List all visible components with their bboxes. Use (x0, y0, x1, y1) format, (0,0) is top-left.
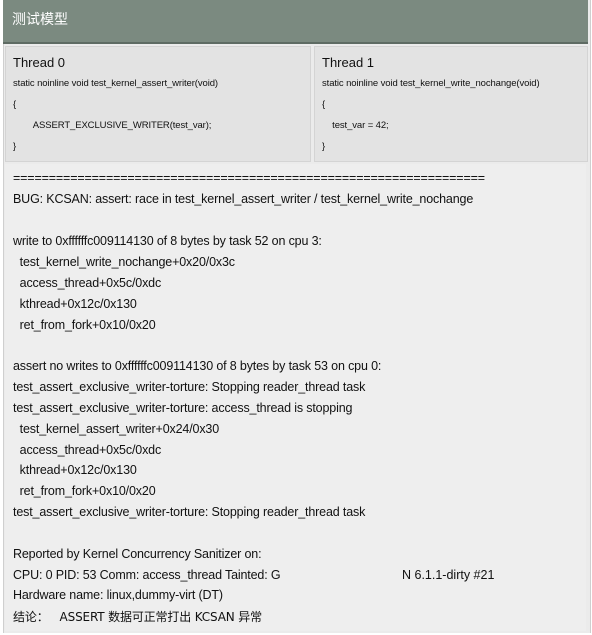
log-line: test_assert_exclusive_writer-torture: St… (13, 505, 366, 519)
log-line: access_thread+0x5c/0xdc (13, 276, 162, 290)
page-title: 测试模型 (12, 12, 68, 28)
conclusion-line: 结论： ASSERT 数据可正常打出 KCSAN 异常 (13, 610, 262, 624)
log-line: Reported by Kernel Concurrency Sanitizer… (13, 547, 262, 561)
log-line: BUG: KCSAN: assert: race in test_kernel_… (13, 192, 474, 206)
thread-0-code-line: } (13, 141, 17, 152)
log-line: test_assert_exclusive_writer-torture: St… (13, 380, 366, 394)
log-line: test_kernel_write_nochange+0x20/0x3c (13, 255, 235, 269)
thread-0-code-line: { (13, 99, 17, 110)
thread-0-title: Thread 0 (13, 55, 66, 70)
thread-1-code-line: { (322, 99, 326, 110)
thread-1-code-line: static noinline void test_kernel_write_n… (322, 78, 540, 89)
header-bar: 测试模型 (3, 0, 588, 44)
kernel-version: N 6.1.1-dirty #21 (402, 568, 495, 582)
log-line: Hardware name: linux,dummy-virt (DT) (13, 588, 223, 602)
log-line: kthread+0x12c/0x130 (13, 463, 137, 477)
log-line: kthread+0x12c/0x130 (13, 297, 137, 311)
log-line: assert no writes to 0xffffffc009114130 o… (13, 359, 382, 373)
log-line: write to 0xffffffc009114130 of 8 bytes b… (13, 234, 322, 248)
log-line: test_assert_exclusive_writer-torture: ac… (13, 401, 353, 415)
log-line: ret_from_fork+0x10/0x20 (13, 484, 156, 498)
log-line: ========================================… (13, 171, 485, 185)
log-line: ret_from_fork+0x10/0x20 (13, 318, 156, 332)
log-line: CPU: 0 PID: 53 Comm: access_thread Taint… (13, 568, 281, 582)
thread-1-code-line: } (322, 141, 326, 152)
thread-1-panel: Thread 1 static noinline void test_kerne… (314, 46, 588, 162)
thread-1-title: Thread 1 (322, 55, 375, 70)
thread-0-code-line: static noinline void test_kernel_assert_… (13, 78, 218, 89)
log-line: test_kernel_assert_writer+0x24/0x30 (13, 422, 220, 436)
thread-0-code-line: ASSERT_EXCLUSIVE_WRITER(test_var); (13, 120, 212, 131)
thread-0-panel: Thread 0 static noinline void test_kerne… (5, 46, 311, 162)
thread-1-code-line: test_var = 42; (322, 120, 389, 131)
kcsan-log-panel: ========================================… (5, 164, 586, 631)
log-line: access_thread+0x5c/0xdc (13, 443, 162, 457)
